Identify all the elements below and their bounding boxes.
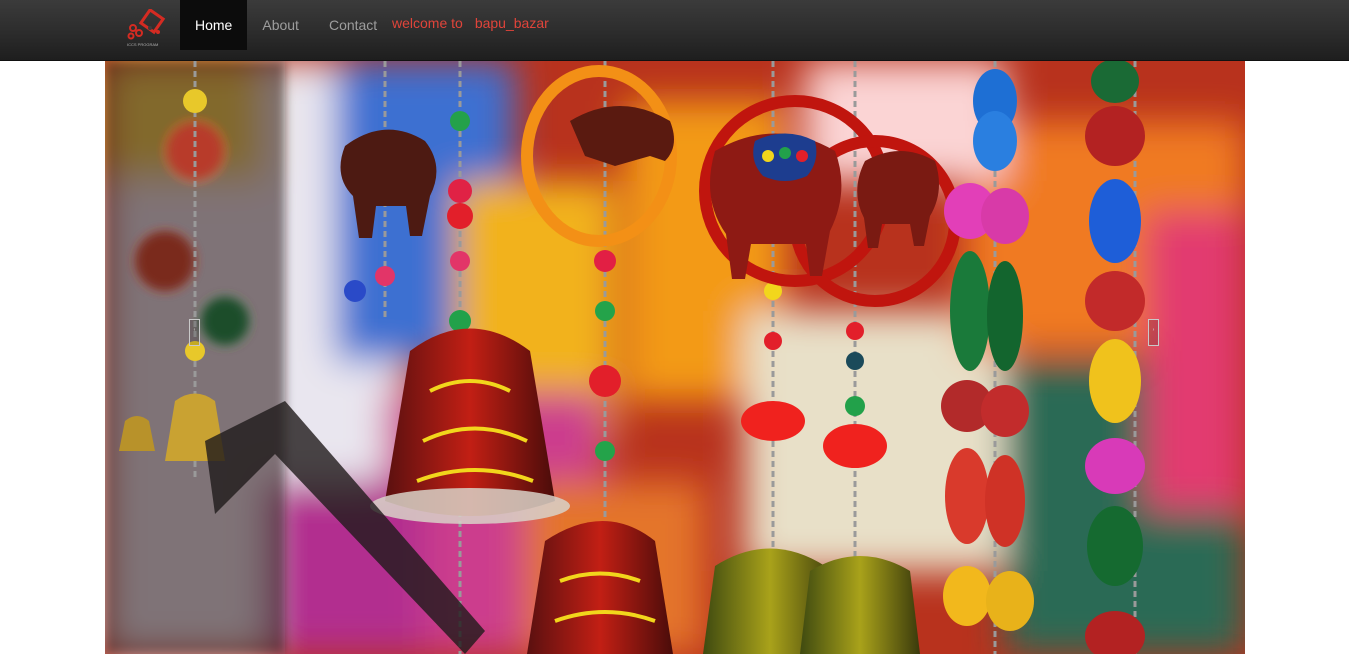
main-nav: Home About Contact	[180, 0, 392, 50]
logo-icon: ICCS PROGRAM	[127, 9, 166, 47]
top-navbar: ICCS PROGRAM Home About Contact welcome …	[0, 0, 1349, 61]
nav-contact[interactable]: Contact	[314, 0, 392, 50]
carousel-next-button[interactable]: ›	[1148, 319, 1159, 346]
brand-text: ICCS PROGRAM	[127, 42, 158, 47]
brand-logo[interactable]: ICCS PROGRAM	[124, 9, 174, 49]
hero-carousel: ‹ ›	[105, 61, 1245, 654]
nav-about[interactable]: About	[247, 0, 314, 50]
welcome-message: welcome to bapu_bazar	[392, 15, 549, 31]
welcome-prefix: welcome to	[392, 15, 463, 31]
welcome-site-name: bapu_bazar	[474, 15, 549, 31]
nav-home[interactable]: Home	[180, 0, 248, 50]
carousel-prev-button[interactable]: ‹	[189, 319, 200, 346]
prev-arrow-icon: ‹	[193, 327, 196, 333]
slide-image	[105, 61, 1245, 654]
next-arrow-icon: ›	[1152, 327, 1155, 333]
